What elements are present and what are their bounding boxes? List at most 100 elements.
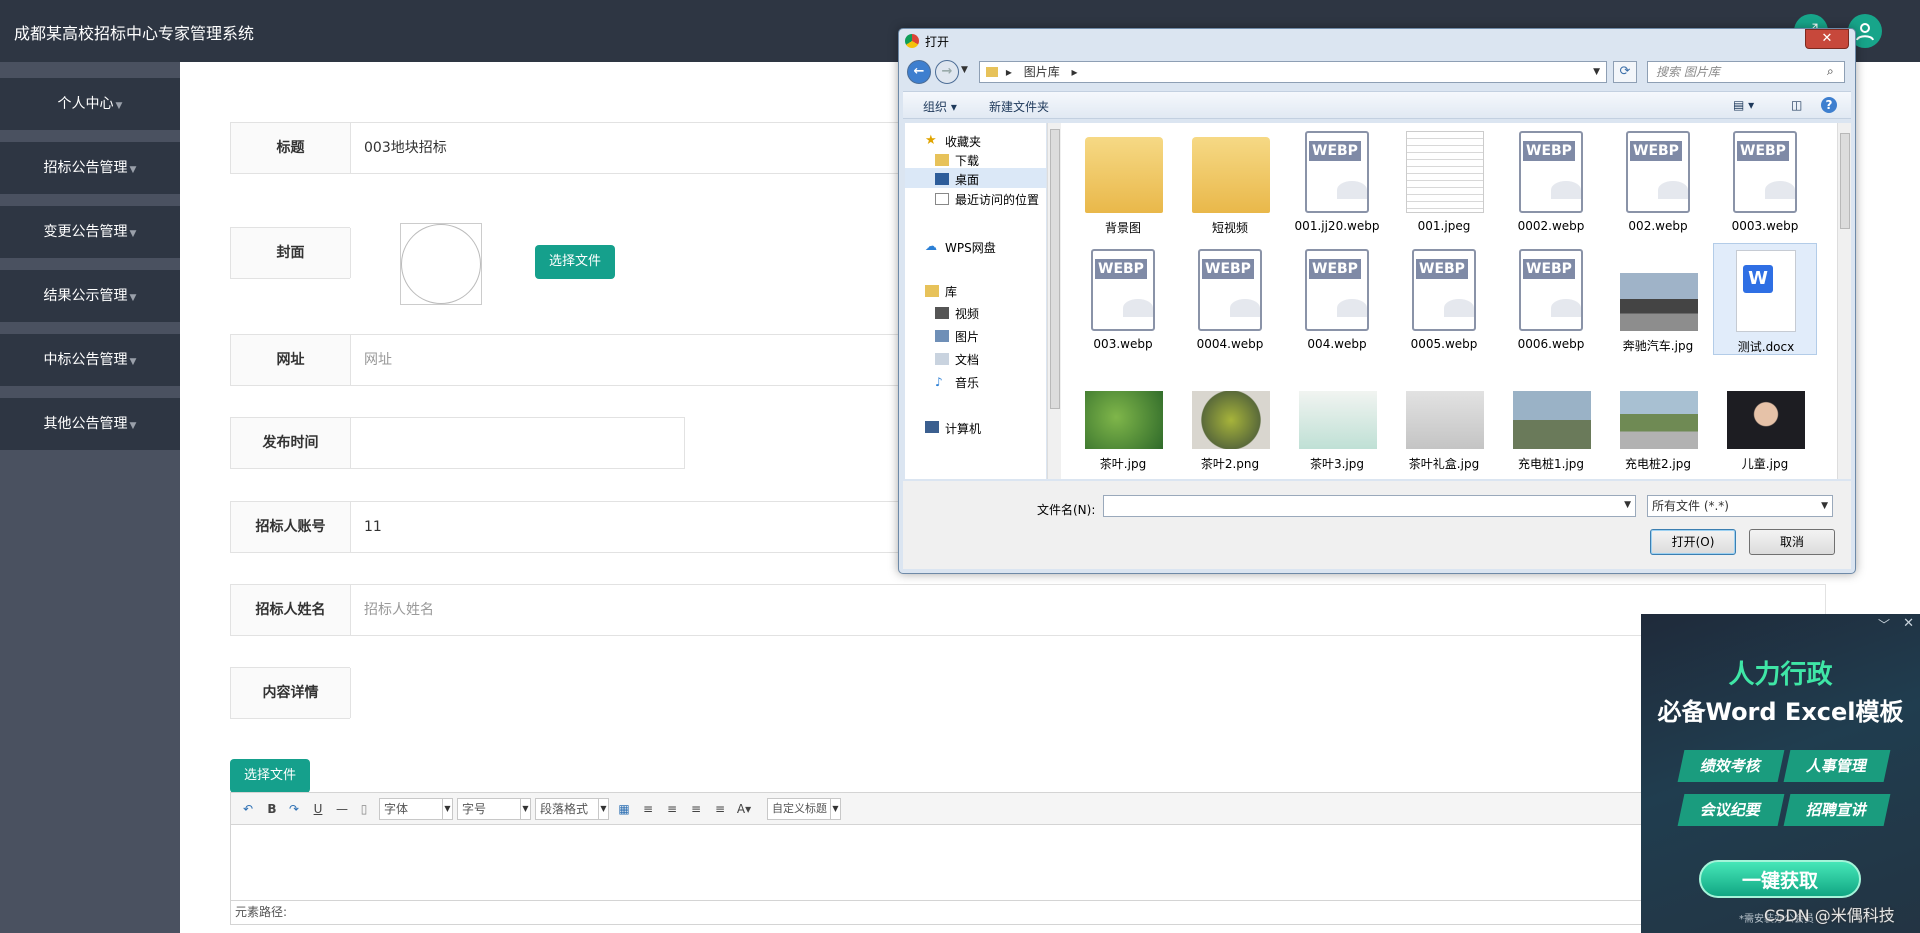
scrollbar-thumb[interactable] xyxy=(1050,129,1060,409)
minimize-icon[interactable]: ﹀ xyxy=(1878,616,1890,633)
align-justify-icon[interactable]: ≡ xyxy=(711,800,729,818)
url-input[interactable]: 网址 xyxy=(364,335,392,385)
sidebar-item-tender-notice[interactable]: 招标公告管理 ▼ xyxy=(0,142,180,194)
refresh-icon[interactable]: ⟳ xyxy=(1613,61,1637,83)
file-name: 002.webp xyxy=(1628,219,1688,233)
nav-pane-scrollbar[interactable] xyxy=(1047,123,1061,479)
paragraph-select[interactable]: 段落格式 ▼ xyxy=(535,798,609,820)
help-icon[interactable]: ? xyxy=(1821,97,1837,113)
align-right-icon[interactable]: ≡ xyxy=(687,800,705,818)
close-icon[interactable]: ✕ xyxy=(1903,616,1914,631)
file-item[interactable]: 茶叶礼盒.jpg xyxy=(1392,361,1496,473)
file-item[interactable]: 充电桩2.jpg xyxy=(1606,361,1710,473)
nav-videos[interactable]: 视频 xyxy=(955,305,979,322)
font-select[interactable]: 字体 ▼ xyxy=(379,798,453,820)
cover-choose-file-button[interactable]: 选择文件 xyxy=(535,245,615,279)
history-chevron-icon[interactable]: ▼ xyxy=(961,65,968,75)
custom-heading-select[interactable]: 自定义标题 ▼ xyxy=(767,798,841,820)
bold-icon[interactable]: B xyxy=(263,800,281,818)
horizontal-rule-icon[interactable]: — xyxy=(333,800,351,818)
file-item[interactable]: W 测试.docx xyxy=(1713,243,1817,355)
files-pane-scrollbar[interactable] xyxy=(1837,123,1851,479)
file-item[interactable]: WEBP 004.webp xyxy=(1285,243,1389,355)
nav-music[interactable]: 音乐 xyxy=(955,374,979,391)
file-item[interactable]: 儿童.jpg xyxy=(1713,361,1817,473)
rich-text-editor: ↶ B ↷ U — ▯ 字体 ▼ 字号 ▼ 段落格式 ▼ ▦ ≡ ≡ ≡ ≡ A▾ 自… xyxy=(230,792,1830,925)
file-item[interactable]: WEBP 0005.webp xyxy=(1392,243,1496,355)
nav-library[interactable]: 库 xyxy=(945,283,957,300)
open-button[interactable]: 打开(O) xyxy=(1650,529,1736,555)
file-item[interactable]: 短视频 xyxy=(1178,125,1282,237)
undo-icon[interactable]: ↶ xyxy=(239,800,257,818)
sidebar-item-change-notice[interactable]: 变更公告管理 ▼ xyxy=(0,206,180,258)
file-item[interactable]: WEBP 001.jj20.webp xyxy=(1285,125,1389,237)
search-icon[interactable]: ⌕ xyxy=(1827,64,1834,79)
file-item[interactable]: WEBP 003.webp xyxy=(1071,243,1175,355)
file-item[interactable]: WEBP 0003.webp xyxy=(1713,125,1817,237)
back-icon[interactable]: ← xyxy=(907,60,931,84)
scrollbar-thumb[interactable] xyxy=(1840,133,1850,229)
table-icon[interactable]: ▦ xyxy=(615,800,633,818)
file-item[interactable]: 茶叶3.jpg xyxy=(1285,361,1389,473)
file-item[interactable]: WEBP 0002.webp xyxy=(1499,125,1603,237)
redo-icon[interactable]: ↷ xyxy=(285,800,303,818)
content-choose-file-button[interactable]: 选择文件 xyxy=(230,759,310,793)
image-placeholder-icon xyxy=(1551,299,1581,317)
sidebar-item-personal-center[interactable]: 个人中心 ▼ xyxy=(0,78,180,130)
name-input[interactable]: 招标人姓名 xyxy=(364,585,434,635)
recent-icon xyxy=(935,193,949,205)
search-input[interactable]: 搜索 图片库 xyxy=(1647,61,1845,83)
nav-downloads[interactable]: 下载 xyxy=(955,152,979,169)
align-left-icon[interactable]: ≡ xyxy=(639,800,657,818)
organize-button[interactable]: 组织 ▾ xyxy=(923,98,957,115)
sidebar-item-result-notice[interactable]: 结果公示管理 ▼ xyxy=(0,270,180,322)
file-item[interactable]: WEBP 0004.webp xyxy=(1178,243,1282,355)
ad-tag-minutes[interactable]: 会议纪要 xyxy=(1677,794,1785,826)
align-center-icon[interactable]: ≡ xyxy=(663,800,681,818)
ad-tag-personnel[interactable]: 人事管理 xyxy=(1783,750,1891,782)
view-icon[interactable]: ▤ ▾ xyxy=(1733,98,1754,112)
chevron-down-icon[interactable]: ▼ xyxy=(1624,500,1631,510)
nav-wps-cloud[interactable]: WPS网盘 xyxy=(945,239,996,256)
size-select[interactable]: 字号 ▼ xyxy=(457,798,531,820)
file-item[interactable]: 充电桩1.jpg xyxy=(1499,361,1603,473)
nav-computer[interactable]: 计算机 xyxy=(945,420,981,437)
paste-icon[interactable]: ▯ xyxy=(355,800,373,818)
ad-popup[interactable]: ﹀ ✕ 人力行政 必备Word Excel模板 绩效考核 人事管理 会议纪要 招… xyxy=(1641,614,1920,933)
computer-icon xyxy=(925,421,939,433)
file-item[interactable]: 茶叶2.png xyxy=(1178,361,1282,473)
account-input[interactable]: 11 xyxy=(364,502,382,552)
font-select-value: 字体 xyxy=(384,802,409,816)
underline-icon[interactable]: U xyxy=(309,800,327,818)
file-type-filter[interactable]: 所有文件 (*.*) ▼ xyxy=(1647,495,1833,517)
sidebar-item-award-notice[interactable]: 中标公告管理 ▼ xyxy=(0,334,180,386)
forward-icon[interactable]: → xyxy=(935,60,959,84)
cover-preview xyxy=(400,223,482,305)
font-color-icon[interactable]: A▾ xyxy=(735,800,753,818)
file-item[interactable]: 奔驰汽车.jpg xyxy=(1606,243,1710,355)
preview-pane-icon[interactable]: ◫ xyxy=(1791,98,1802,112)
ad-cta-button[interactable]: 一键获取 xyxy=(1699,860,1861,898)
file-item[interactable]: 背景图 xyxy=(1071,125,1175,237)
address-bar[interactable]: ▸ 图片库 ▸ ▼ xyxy=(979,61,1607,83)
file-item[interactable]: 茶叶.jpg xyxy=(1071,361,1175,473)
breadcrumb[interactable]: 图片库 xyxy=(1024,65,1060,79)
sidebar-item-other-notice[interactable]: 其他公告管理 ▼ xyxy=(0,398,180,450)
title-input[interactable]: 003地块招标 xyxy=(364,123,447,173)
dialog-close-button[interactable]: ✕ xyxy=(1805,29,1849,49)
file-item[interactable]: 001.jpeg xyxy=(1392,125,1496,237)
ad-tag-performance[interactable]: 绩效考核 xyxy=(1677,750,1785,782)
chevron-down-icon[interactable]: ▼ xyxy=(1593,62,1600,82)
nav-recent[interactable]: 最近访问的位置 xyxy=(955,191,1039,208)
nav-favorites[interactable]: 收藏夹 xyxy=(945,133,981,150)
ad-tag-recruit[interactable]: 招聘宣讲 xyxy=(1783,794,1891,826)
filename-input[interactable]: ▼ xyxy=(1103,495,1636,517)
nav-documents[interactable]: 文档 xyxy=(955,351,979,368)
nav-pictures[interactable]: 图片 xyxy=(955,328,979,345)
cancel-button[interactable]: 取消 xyxy=(1749,529,1835,555)
file-name: 茶叶3.jpg xyxy=(1309,457,1365,471)
file-item[interactable]: WEBP 0006.webp xyxy=(1499,243,1603,355)
file-item[interactable]: WEBP 002.webp xyxy=(1606,125,1710,237)
new-folder-button[interactable]: 新建文件夹 xyxy=(989,98,1049,115)
nav-desktop[interactable]: 桌面 xyxy=(955,171,979,188)
